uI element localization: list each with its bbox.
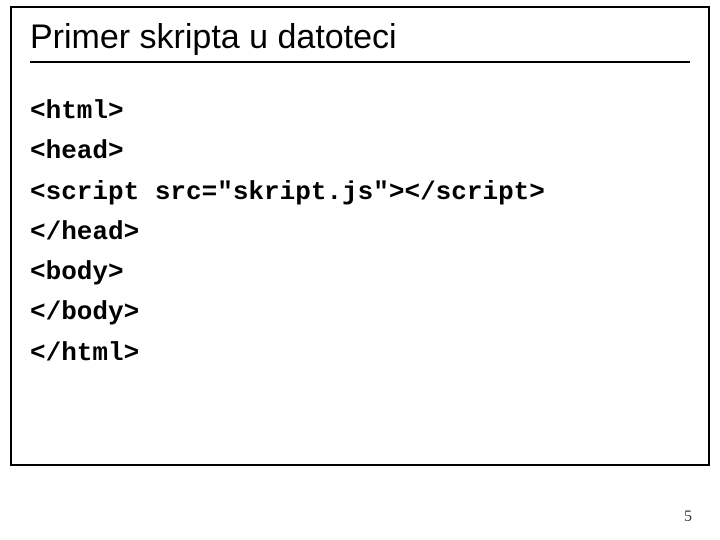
slide-title: Primer skripta u datoteci [30,18,690,57]
code-block: <html> <head> <script src="skript.js"></… [30,91,690,373]
page-number: 5 [684,508,692,526]
slide-frame: Primer skripta u datoteci <html> <head> … [10,6,710,466]
title-underline [30,61,690,63]
